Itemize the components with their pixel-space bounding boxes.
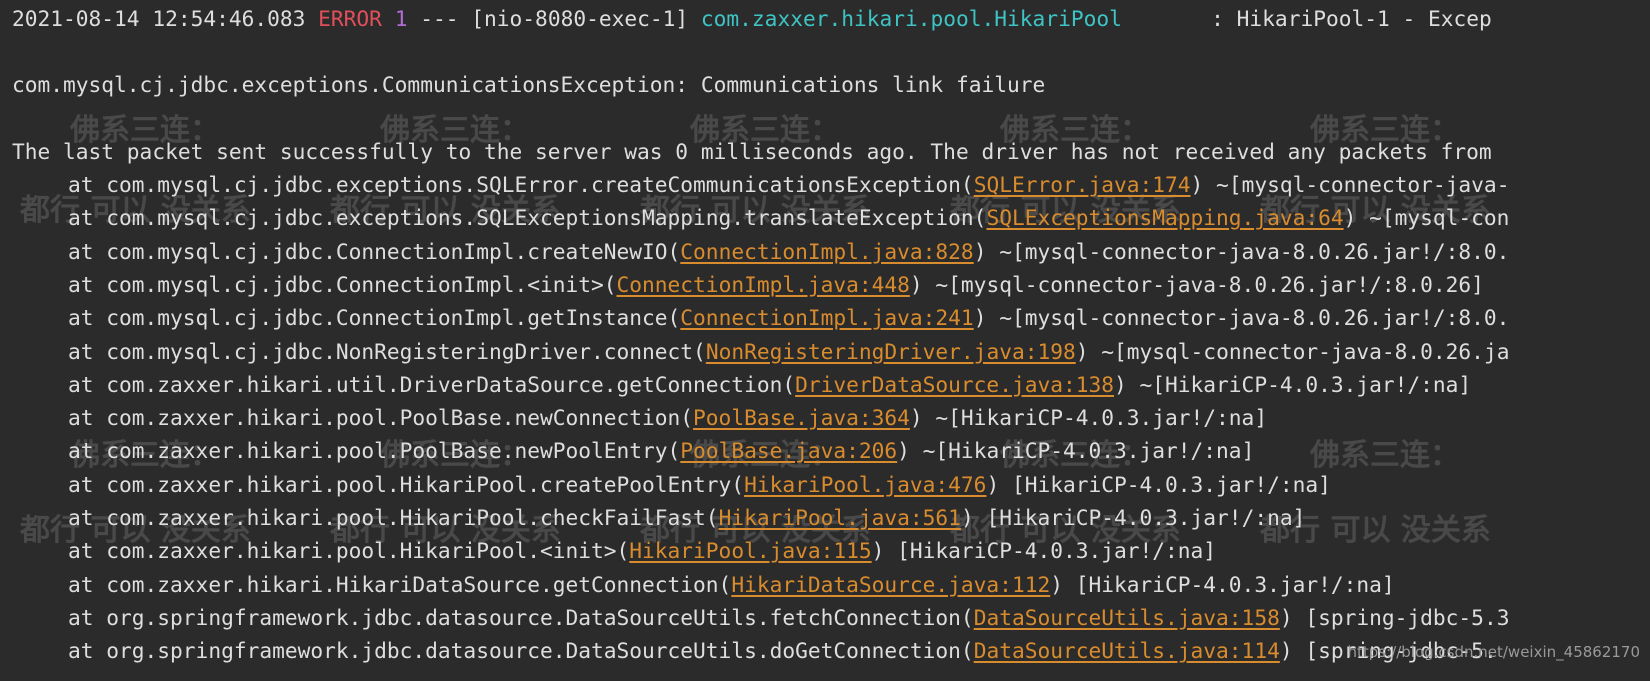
stack-frame-suffix: ) [HikariCP-4.0.3.jar!/:na] [1050,571,1395,597]
source-link[interactable]: HikariPool.java:476 [744,472,986,497]
csdn-watermark: https://blog.csdn.net/weixin_45862170 [1347,643,1640,661]
source-link[interactable]: SQLError.java:174 [974,172,1191,197]
stack-frame: at com.zaxxer.hikari.pool.HikariPool.cre… [68,470,1331,500]
stack-frame-method: at org.springframework.jdbc.datasource.D… [68,604,974,630]
stack-frame: at com.zaxxer.hikari.pool.HikariPool.che… [68,503,1305,533]
stack-frame: at com.zaxxer.hikari.pool.HikariPool.<in… [68,536,1216,566]
log-output: 2021-08-14 12:54:46.083 ERROR 1 --- [nio… [0,0,1650,663]
stack-frame-suffix: ) [HikariCP-4.0.3.jar!/:na] [960,505,1306,530]
log-level: ERROR [318,6,382,31]
source-link[interactable]: DriverDataSource.java:138 [795,372,1114,397]
exception-line: com.mysql.cj.jdbc.exceptions.Communicati… [12,72,1046,97]
stack-frame: at org.springframework.jdbc.datasource.D… [68,603,1509,633]
source-link[interactable]: ConnectionImpl.java:828 [680,239,973,264]
log-message: : HikariPool-1 - Excep [1211,6,1492,31]
stack-frame-method: at com.mysql.cj.jdbc.ConnectionImpl.crea… [68,238,681,264]
console-window: 佛系三连： 佛系三连： 佛系三连： 佛系三连： 佛系三连： 都行 可以 没关系 … [0,0,1650,681]
stack-frame-method: at com.zaxxer.hikari.pool.HikariPool.che… [68,505,719,530]
stack-frame: at com.mysql.cj.jdbc.exceptions.SQLExcep… [68,203,1509,233]
source-link[interactable]: HikariPool.java:561 [719,505,961,530]
stack-frame: at com.mysql.cj.jdbc.NonRegisteringDrive… [68,337,1509,367]
stack-frame-suffix: ) [HikariCP-4.0.3.jar!/:na] [871,538,1217,564]
stack-frame-method: at org.springframework.jdbc.datasource.D… [68,638,974,664]
source-link[interactable]: ConnectionImpl.java:241 [680,305,973,330]
source-link[interactable]: NonRegisteringDriver.java:198 [706,339,1076,364]
stack-frame: at com.mysql.cj.jdbc.exceptions.SQLError… [68,170,1509,200]
stack-frame: at com.zaxxer.hikari.pool.PoolBase.newPo… [68,436,1254,466]
log-logger: com.zaxxer.hikari.pool.HikariPool [700,6,1122,31]
source-link[interactable]: PoolBase.java:364 [693,405,910,430]
source-link[interactable]: PoolBase.java:206 [680,438,897,463]
detail-line: The last packet sent successfully to the… [12,139,1492,164]
stack-frame-method: at com.zaxxer.hikari.pool.PoolBase.newCo… [68,405,694,431]
stack-frame-method: at com.zaxxer.hikari.util.DriverDataSour… [68,371,796,397]
stack-frame-suffix: ) ~[mysql-connector-java-8.0.26.ja [1075,338,1510,364]
stack-frame-suffix: ) [HikariCP-4.0.3.jar!/:na] [986,471,1331,497]
stack-frame-method: at com.zaxxer.hikari.pool.HikariPool.cre… [68,471,745,497]
log-separator: --- [420,6,459,31]
stack-frame-suffix: ) ~[HikariCP-4.0.3.jar!/:na] [1114,371,1472,397]
source-link[interactable]: HikariPool.java:115 [629,538,871,563]
source-link[interactable]: ConnectionImpl.java:448 [617,272,910,297]
source-link[interactable]: SQLExceptionsMapping.java:64 [986,205,1343,230]
stack-frame-method: at com.mysql.cj.jdbc.exceptions.SQLError… [68,172,974,197]
stack-frame-suffix: ) [spring-jdbc-5.3 [1279,604,1510,630]
stack-frame-method: at com.zaxxer.hikari.pool.PoolBase.newPo… [68,438,681,464]
stack-frame-suffix: ) ~[mysql-connector-java-8.0.26.jar!/:8.… [909,271,1484,297]
stack-frame-suffix: ) ~[HikariCP-4.0.3.jar!/:na] [897,438,1255,464]
stack-frame-method: at com.mysql.cj.jdbc.ConnectionImpl.getI… [68,305,681,331]
source-link[interactable]: HikariDataSource.java:112 [731,572,1050,597]
stack-frame-method: at com.mysql.cj.jdbc.exceptions.SQLExcep… [68,205,987,231]
log-timestamp: 2021-08-14 12:54:46.083 [12,6,306,31]
stack-frame-suffix: ) ~[mysql-connector-java-8.0.26.jar!/:8.… [973,305,1510,331]
stack-frame: at com.mysql.cj.jdbc.ConnectionImpl.crea… [68,237,1509,267]
log-pid: 1 [394,6,408,31]
stack-frame-method: at com.zaxxer.hikari.pool.HikariPool.<in… [68,538,630,564]
stack-frame: at com.zaxxer.hikari.util.DriverDataSour… [68,370,1471,400]
stack-frame: at com.mysql.cj.jdbc.ConnectionImpl.<ini… [68,270,1484,300]
stack-frame-suffix: ) ~[mysql-con [1343,205,1510,231]
stack-frame-suffix: ) ~[mysql-connector-java-8.0.26.jar!/:8.… [973,238,1510,264]
stack-frame-method: at com.mysql.cj.jdbc.ConnectionImpl.<ini… [68,271,617,297]
source-link[interactable]: DataSourceUtils.java:158 [974,605,1280,630]
stack-frame-method: at com.zaxxer.hikari.HikariDataSource.ge… [68,571,732,597]
stack-frame: at com.mysql.cj.jdbc.ConnectionImpl.getI… [68,303,1509,333]
stack-frame-suffix: ) ~[HikariCP-4.0.3.jar!/:na] [909,405,1268,431]
stack-frame: at com.zaxxer.hikari.HikariDataSource.ge… [68,570,1395,600]
stack-frame-method: at com.mysql.cj.jdbc.NonRegisteringDrive… [68,338,706,364]
stack-frame: at com.zaxxer.hikari.pool.PoolBase.newCo… [68,403,1267,433]
log-header-line: 2021-08-14 12:54:46.083 ERROR 1 --- [nio… [12,4,1492,34]
stack-frame: at org.springframework.jdbc.datasource.D… [68,636,1497,666]
log-thread: [nio-8080-exec-1] [471,6,689,31]
source-link[interactable]: DataSourceUtils.java:114 [974,638,1280,663]
stack-frame-suffix: ) ~[mysql-connector-java- [1190,172,1510,197]
watermark-text: 佛系三连： [1310,438,1460,473]
